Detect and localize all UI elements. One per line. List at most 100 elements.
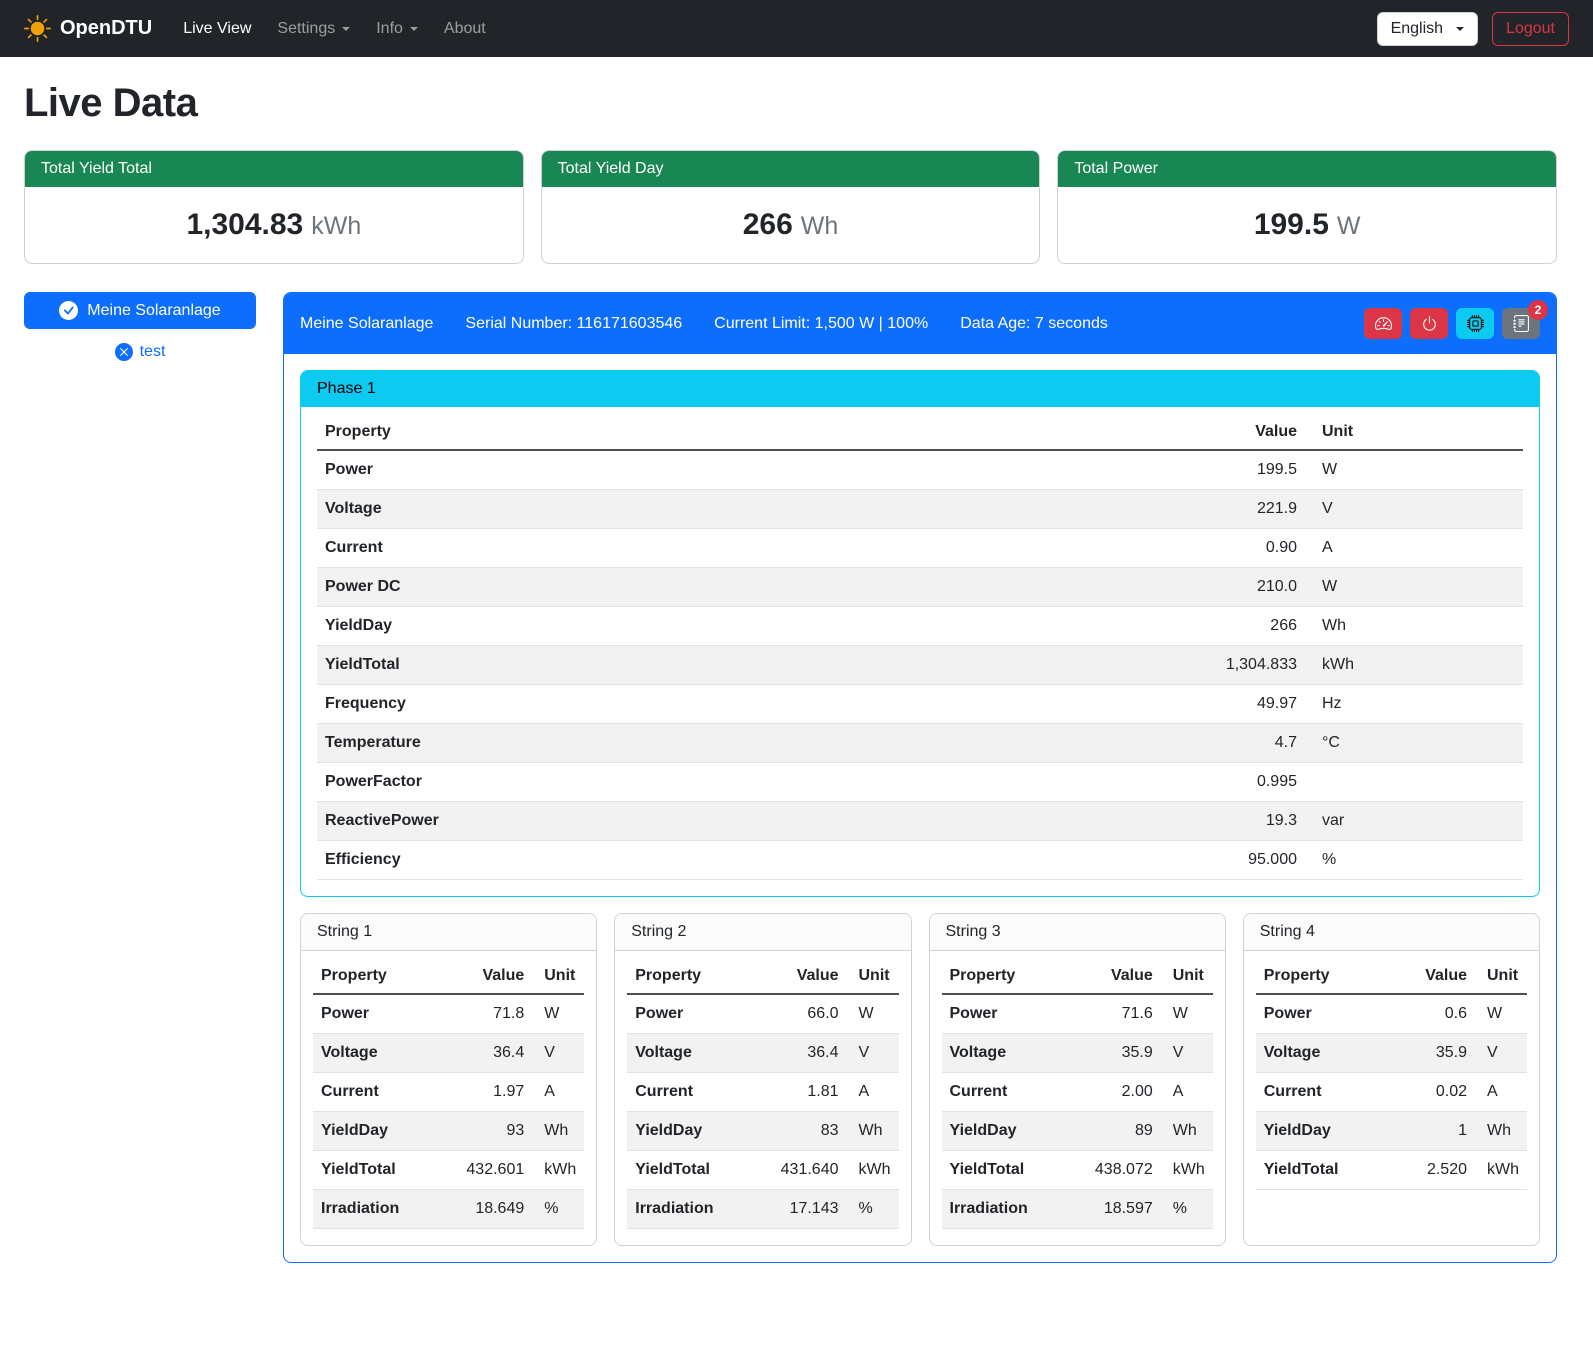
string-table-body: Power 66.0 W Voltage 36.4 bbox=[627, 994, 898, 1229]
nav-info-label: Info bbox=[376, 20, 403, 38]
power-button[interactable] bbox=[1410, 308, 1448, 339]
value-cell: 1.81 bbox=[769, 1073, 847, 1112]
summary-card-unit: W bbox=[1337, 212, 1361, 240]
sidebar-inverter-active-button[interactable]: Meine Solaranlage bbox=[24, 292, 256, 329]
property-cell: Current bbox=[317, 529, 1185, 568]
unit-cell: °C bbox=[1305, 724, 1523, 763]
value-cell: 93 bbox=[454, 1112, 532, 1151]
unit-cell: W bbox=[847, 994, 899, 1034]
string-card-1: String 1 Property Value Unit bbox=[300, 913, 597, 1246]
table-row: PowerFactor 0.995 bbox=[317, 763, 1523, 802]
unit-cell: kWh bbox=[1475, 1151, 1527, 1190]
value-cell: 199.5 bbox=[1185, 450, 1305, 490]
sidebar-inverter-test[interactable]: test bbox=[24, 343, 256, 361]
limit-settings-button[interactable] bbox=[1364, 308, 1402, 339]
string-card-3: String 3 Property Value Unit bbox=[929, 913, 1226, 1246]
sidebar-inverter-label: Meine Solaranlage bbox=[87, 302, 220, 320]
property-cell: Frequency bbox=[317, 685, 1185, 724]
table-row: YieldDay 89 Wh bbox=[942, 1112, 1213, 1151]
table-row: Temperature 4.7 °C bbox=[317, 724, 1523, 763]
table-row: Current 2.00 A bbox=[942, 1073, 1213, 1112]
table-row: Power 0.6 W bbox=[1256, 994, 1527, 1034]
unit-cell: W bbox=[1161, 994, 1213, 1034]
column-value: Value bbox=[454, 959, 532, 994]
column-property: Property bbox=[1256, 959, 1397, 994]
unit-cell: % bbox=[847, 1190, 899, 1229]
inverter-sidebar: Meine Solaranlage test bbox=[24, 292, 256, 361]
property-cell: Power bbox=[1256, 994, 1397, 1034]
event-log-button[interactable]: 2 bbox=[1502, 308, 1540, 339]
summary-card-unit: Wh bbox=[801, 212, 839, 240]
page-container: Live Data Total Yield Total 1,304.83kWh … bbox=[0, 57, 1593, 1291]
nav-live-view[interactable]: Live View bbox=[170, 12, 264, 46]
table-row: YieldDay 266 Wh bbox=[317, 607, 1523, 646]
table-row: Voltage 36.4 V bbox=[313, 1034, 584, 1073]
unit-cell: Wh bbox=[847, 1112, 899, 1151]
summary-cards-row: Total Yield Total 1,304.83kWh Total Yiel… bbox=[24, 150, 1557, 264]
logout-button[interactable]: Logout bbox=[1492, 12, 1569, 46]
journal-icon bbox=[1513, 315, 1530, 332]
value-cell: 19.3 bbox=[1185, 802, 1305, 841]
string-card-2: String 2 Property Value Unit bbox=[614, 913, 911, 1246]
value-cell: 36.4 bbox=[454, 1034, 532, 1073]
brand-label: OpenDTU bbox=[60, 17, 152, 40]
table-row: Voltage 35.9 V bbox=[1256, 1034, 1527, 1073]
value-cell: 83 bbox=[769, 1112, 847, 1151]
unit-cell bbox=[1305, 763, 1523, 802]
device-info-button[interactable] bbox=[1456, 308, 1494, 339]
phase-body: Property Value Unit Power bbox=[301, 407, 1539, 896]
value-cell: 2.00 bbox=[1083, 1073, 1161, 1112]
unit-cell: W bbox=[532, 994, 584, 1034]
value-cell: 1.97 bbox=[454, 1073, 532, 1112]
table-row: Current 0.02 A bbox=[1256, 1073, 1527, 1112]
unit-cell: kWh bbox=[1161, 1151, 1213, 1190]
table-row: Power 66.0 W bbox=[627, 994, 898, 1034]
value-cell: 18.597 bbox=[1083, 1190, 1161, 1229]
string-title: String 2 bbox=[615, 914, 910, 951]
unit-cell: kWh bbox=[1305, 646, 1523, 685]
value-cell: 95.000 bbox=[1185, 841, 1305, 880]
value-cell: 71.6 bbox=[1083, 994, 1161, 1034]
table-header-row: Property Value Unit bbox=[317, 415, 1523, 450]
nav-about[interactable]: About bbox=[431, 12, 499, 46]
property-cell: Voltage bbox=[317, 490, 1185, 529]
property-cell: PowerFactor bbox=[317, 763, 1185, 802]
column-property: Property bbox=[313, 959, 454, 994]
property-cell: Voltage bbox=[627, 1034, 768, 1073]
unit-cell: Wh bbox=[1475, 1112, 1527, 1151]
table-row: Power DC 210.0 W bbox=[317, 568, 1523, 607]
nav-info[interactable]: Info bbox=[363, 12, 431, 46]
phase-title: Phase 1 bbox=[301, 371, 1539, 407]
table-row: Voltage 35.9 V bbox=[942, 1034, 1213, 1073]
summary-card-title: Total Yield Total bbox=[25, 151, 523, 187]
table-row: YieldDay 1 Wh bbox=[1256, 1112, 1527, 1151]
value-cell: 35.9 bbox=[1083, 1034, 1161, 1073]
summary-card-value: 266 bbox=[743, 208, 793, 241]
table-row: Current 1.81 A bbox=[627, 1073, 898, 1112]
summary-card-value: 1,304.83 bbox=[186, 208, 303, 241]
string-title: String 1 bbox=[301, 914, 596, 951]
table-row: ReactivePower 19.3 var bbox=[317, 802, 1523, 841]
unit-cell: A bbox=[1305, 529, 1523, 568]
inverter-limit: Current Limit: 1,500 W | 100% bbox=[714, 315, 928, 333]
column-property: Property bbox=[942, 959, 1083, 994]
column-unit: Unit bbox=[1161, 959, 1213, 994]
table-header-row: Property Value Unit bbox=[1256, 959, 1527, 994]
string-body: Property Value Unit bbox=[301, 951, 596, 1245]
string-body: Property Value Unit bbox=[930, 951, 1225, 1245]
string-title: String 4 bbox=[1244, 914, 1539, 951]
nav-settings[interactable]: Settings bbox=[264, 12, 363, 46]
table-header-row: Property Value Unit bbox=[313, 959, 584, 994]
x-circle-icon bbox=[115, 343, 133, 361]
strings-row: String 1 Property Value Unit bbox=[300, 913, 1540, 1246]
unit-cell: A bbox=[847, 1073, 899, 1112]
unit-cell: Wh bbox=[1305, 607, 1523, 646]
property-cell: Temperature bbox=[317, 724, 1185, 763]
value-cell: 66.0 bbox=[769, 994, 847, 1034]
brand-link[interactable]: OpenDTU bbox=[24, 15, 152, 42]
inverter-data-age: Data Age: 7 seconds bbox=[960, 315, 1108, 333]
table-row: Irradiation 18.649 % bbox=[313, 1190, 584, 1229]
unit-cell: V bbox=[1305, 490, 1523, 529]
language-select[interactable]: English bbox=[1377, 12, 1478, 46]
table-row: Efficiency 95.000 % bbox=[317, 841, 1523, 880]
